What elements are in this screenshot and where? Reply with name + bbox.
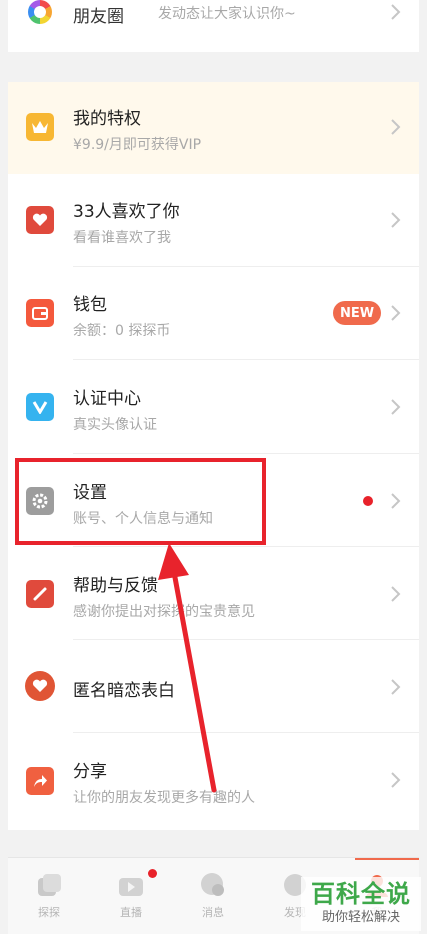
menu-item-privilege[interactable]: 我的特权 ¥9.9/月即可获得VIP [8, 82, 419, 174]
chevron-right-icon [391, 305, 401, 321]
menu-item-verify[interactable]: 认证中心 真实头像认证 [8, 360, 419, 454]
menu-item-subtitle: 余额：0 探探币 [73, 323, 171, 339]
heart-bubble-icon [25, 671, 55, 701]
moments-title: 朋友圈 [73, 7, 124, 27]
verify-v-icon [26, 393, 54, 421]
menu-item-subtitle: 真实头像认证 [73, 417, 157, 433]
menu-item-wallet[interactable]: 钱包 余额：0 探探币 NEW [8, 267, 419, 360]
chevron-right-icon [391, 4, 401, 20]
moments-ring-icon [28, 0, 52, 24]
moments-card: 朋友圈 发动态让大家认识你~ [8, 0, 419, 52]
notification-dot [148, 869, 157, 878]
chevron-right-icon [391, 119, 401, 135]
moments-row[interactable]: 朋友圈 发动态让大家认识你~ [8, 0, 419, 52]
menu-item-title: 匿名暗恋表白 [73, 681, 175, 701]
menu-item-title: 帮助与反馈 [73, 576, 158, 596]
chevron-right-icon [391, 586, 401, 602]
chevron-right-icon [391, 772, 401, 788]
menu-item-anon-confession[interactable]: 匿名暗恋表白 [8, 640, 419, 733]
menu-item-likes[interactable]: 33人喜欢了你 看看谁喜欢了我 [8, 174, 419, 267]
share-arrow-icon [26, 767, 54, 795]
heart-icon [26, 206, 54, 234]
tab-tantan[interactable]: 探探 [8, 858, 90, 934]
tab-label: 消息 [202, 906, 224, 919]
menu-item-title: 我的特权 [73, 109, 141, 129]
chevron-right-icon [391, 399, 401, 415]
crown-icon [26, 113, 54, 141]
menu-item-title: 认证中心 [73, 389, 141, 409]
menu-item-title: 钱包 [73, 295, 107, 315]
annotation-highlight-box [15, 458, 266, 545]
menu-item-help[interactable]: 帮助与反馈 感谢你提出对探探的宝贵意见 [8, 547, 419, 640]
new-badge: NEW [333, 301, 381, 325]
menu-item-title: 33人喜欢了你 [73, 202, 180, 222]
tab-label: 直播 [120, 906, 142, 919]
menu-card: 我的特权 ¥9.9/月即可获得VIP 33人喜欢了你 看看谁喜欢了我 钱包 余额… [8, 82, 419, 830]
tab-live[interactable]: 直播 [90, 858, 172, 934]
tab-messages[interactable]: 消息 [172, 858, 254, 934]
cards-icon [38, 874, 61, 896]
menu-item-subtitle: 感谢你提出对探探的宝贵意见 [73, 604, 255, 620]
menu-item-share[interactable]: 分享 让你的朋友发现更多有趣的人 [8, 733, 419, 830]
watermark-logo: 百科全说 助你轻松解决 [301, 877, 421, 931]
pencil-icon [26, 580, 54, 608]
menu-item-subtitle: 看看谁喜欢了我 [73, 230, 171, 246]
menu-item-subtitle: ¥9.9/月即可获得VIP [73, 137, 202, 153]
notification-dot [363, 496, 373, 506]
chevron-right-icon [391, 212, 401, 228]
menu-item-subtitle: 让你的朋友发现更多有趣的人 [73, 790, 255, 806]
tv-icon [119, 878, 143, 896]
watermark-title: 百科全说 [311, 880, 411, 908]
chat-icon [201, 873, 224, 896]
menu-item-title: 分享 [73, 762, 107, 782]
chevron-right-icon [391, 679, 401, 695]
wallet-icon [26, 299, 54, 327]
moments-subtitle: 发动态让大家认识你~ [158, 6, 296, 22]
tab-label: 探探 [38, 906, 60, 919]
chevron-right-icon [391, 493, 401, 509]
watermark-subtitle: 助你轻松解决 [321, 910, 400, 925]
